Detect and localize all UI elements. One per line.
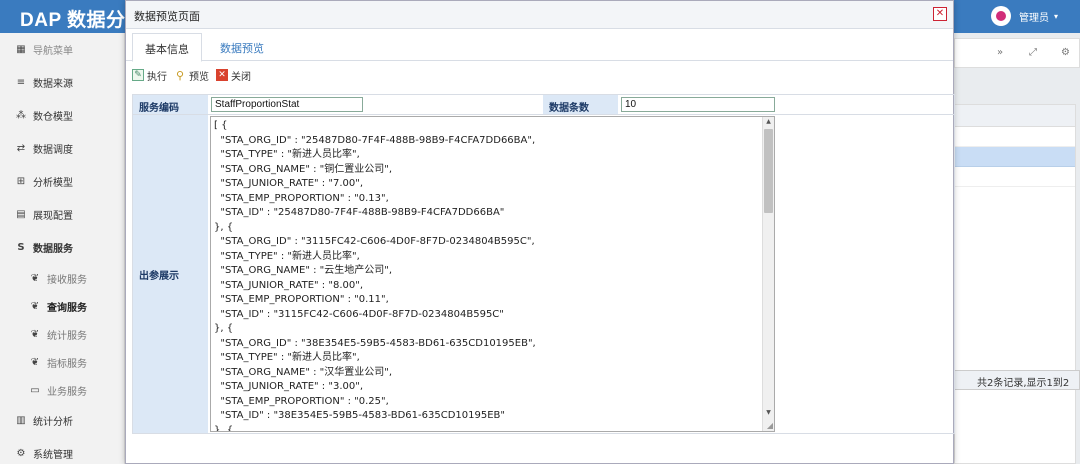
scroll-thumb[interactable] xyxy=(764,129,773,213)
leaf-icon: ❦ xyxy=(30,356,40,368)
leaf-icon: ❦ xyxy=(30,272,40,284)
tab-data-preview[interactable]: 数据预览 xyxy=(208,33,276,62)
chevron-down-icon: ▾ xyxy=(1053,11,1058,21)
sidebar: ▦ 导航菜单 ≡ 数据来源 ⁂ 数仓模型 ⇄ 数据调度 ⊞ 分析模型 ▤ 展现配置 S 数据服… xyxy=(0,33,125,464)
modal-toolbar: ✎ 执行 ⚲ 预览 ✕ 关闭 xyxy=(126,61,953,89)
data-preview-modal: 数据预览页面 ✕ 基本信息 数据预览 ✎ 执行 ⚲ 预览 ✕ 关闭 服务编码 数… xyxy=(125,0,955,464)
leaf-icon: ❦ xyxy=(30,328,40,340)
magnifier-icon: ⚲ xyxy=(175,68,185,82)
modal-tabs: 基本信息 数据预览 xyxy=(126,29,953,62)
sidebar-item-data-source[interactable]: ≡ 数据来源 xyxy=(0,66,124,99)
vertical-scrollbar[interactable]: ▲ ▼ xyxy=(762,117,774,431)
location-pin-icon xyxy=(990,6,1011,26)
close-icon[interactable]: ✕ xyxy=(933,7,947,21)
scroll-down-icon[interactable]: ▼ xyxy=(763,409,774,419)
data-count-label: 数据条数 xyxy=(543,95,618,114)
preview-button[interactable]: ⚲ 预览 xyxy=(174,68,209,83)
sidebar-item-data-service[interactable]: S 数据服务 xyxy=(0,231,124,264)
fast-forward-icon[interactable]: » xyxy=(997,47,1003,58)
table-row[interactable] xyxy=(955,147,1075,167)
form-row: 服务编码 数据条数 xyxy=(133,95,954,115)
close-icon: ✕ xyxy=(216,69,228,81)
user-menu[interactable]: 管理员 ▾ xyxy=(990,6,1058,26)
background-toolbar: » ⤢ ⚙ xyxy=(954,38,1080,68)
service-code-label: 服务编码 xyxy=(133,95,208,114)
sidebar-item-system-admin[interactable]: ⚙ 系统管理 xyxy=(0,437,124,464)
shuffle-icon: ⇄ xyxy=(16,143,26,154)
service-form: 服务编码 数据条数 出参展示 [ { "STA_ORG_ID" : "25487… xyxy=(132,94,955,434)
modal-title: 数据预览页面 xyxy=(134,10,200,23)
execute-icon: ✎ xyxy=(132,69,144,81)
output-json-text: [ { "STA_ORG_ID" : "25487D80-7F4F-488B-9… xyxy=(214,120,536,432)
resize-handle-icon[interactable]: ◢ xyxy=(767,421,773,430)
background-grid xyxy=(954,104,1076,464)
table-row[interactable] xyxy=(955,167,1075,187)
sidebar-item-query-service[interactable]: ❦ 查询服务 xyxy=(0,292,124,320)
close-button[interactable]: ✕ 关闭 xyxy=(216,68,251,83)
film-icon: ▤ xyxy=(16,209,26,220)
scroll-up-icon[interactable]: ▲ xyxy=(763,118,774,128)
user-name: 管理员 xyxy=(1018,12,1049,24)
gear-icon[interactable]: ⚙ xyxy=(1061,47,1070,58)
fullscreen-icon[interactable]: ⤢ xyxy=(1029,47,1037,58)
sidebar-item-analysis-model[interactable]: ⊞ 分析模型 xyxy=(0,165,124,198)
service-code-input[interactable] xyxy=(211,97,363,112)
folder-icon: ▭ xyxy=(30,384,40,396)
run-button[interactable]: ✎ 执行 xyxy=(132,68,167,83)
leaf-icon: ❦ xyxy=(30,300,40,312)
bar-chart-icon: ▥ xyxy=(16,415,26,426)
cubes-icon: ⁂ xyxy=(16,110,26,121)
gear-icon: ⚙ xyxy=(16,448,26,459)
output-label: 出参展示 xyxy=(133,115,208,433)
sidebar-item-nav-menu[interactable]: ▦ 导航菜单 xyxy=(0,33,124,66)
sidebar-item-index-service[interactable]: ❦ 指标服务 xyxy=(0,348,124,376)
tab-basic-info[interactable]: 基本信息 xyxy=(132,33,202,62)
sidebar-item-warehouse-model[interactable]: ⁂ 数仓模型 xyxy=(0,99,124,132)
sidebar-item-stat-service[interactable]: ❦ 统计服务 xyxy=(0,320,124,348)
pager-info: 共2条记录,显示1到2 xyxy=(954,370,1080,390)
sidebar-item-display-config[interactable]: ▤ 展现配置 xyxy=(0,198,124,231)
sitemap-icon: ⊞ xyxy=(16,176,26,187)
data-count-input[interactable] xyxy=(621,97,775,112)
dollar-icon: S xyxy=(17,242,25,253)
output-json-textarea[interactable]: [ { "STA_ORG_ID" : "25487D80-7F4F-488B-9… xyxy=(210,116,775,432)
grid-header xyxy=(955,105,1075,127)
sidebar-item-receive-service[interactable]: ❦ 接收服务 xyxy=(0,264,124,292)
sidebar-item-data-schedule[interactable]: ⇄ 数据调度 xyxy=(0,132,124,165)
sidebar-item-business-service[interactable]: ▭ 业务服务 xyxy=(0,376,124,404)
database-icon: ≡ xyxy=(16,77,26,88)
grid-icon: ▦ xyxy=(16,44,26,55)
sidebar-item-stat-analysis[interactable]: ▥ 统计分析 xyxy=(0,404,124,437)
modal-titlebar: 数据预览页面 ✕ xyxy=(126,1,953,29)
table-row[interactable] xyxy=(955,127,1075,147)
